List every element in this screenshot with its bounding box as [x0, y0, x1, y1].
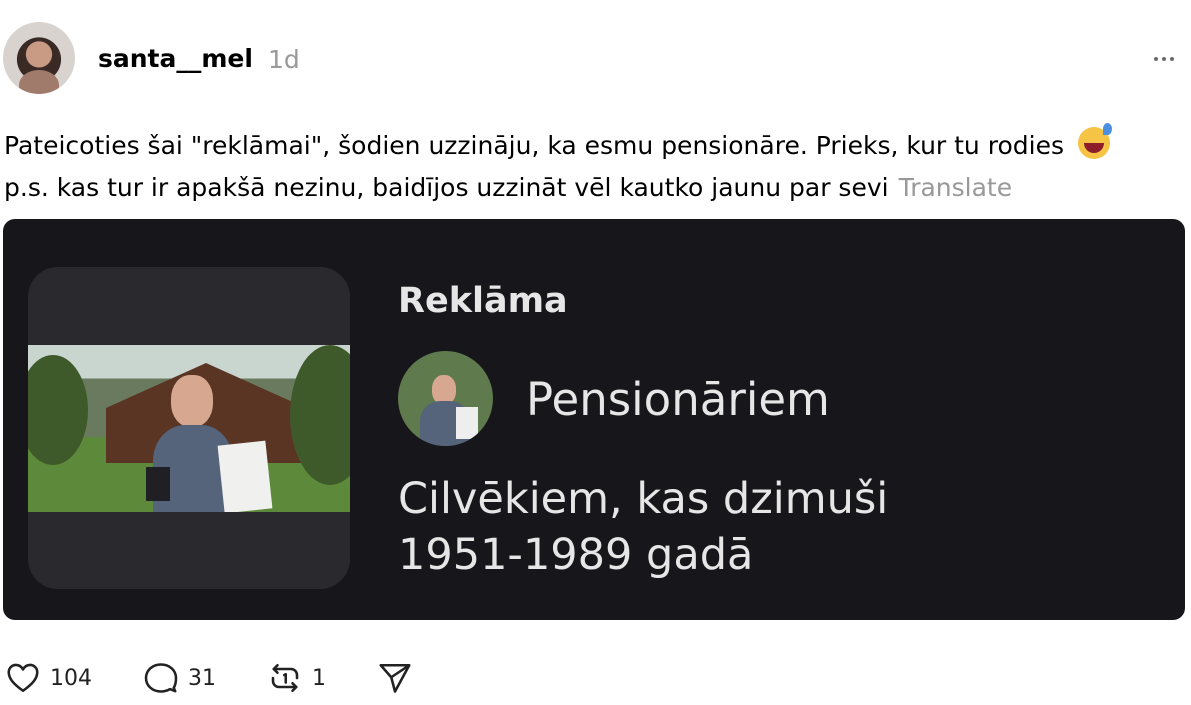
- avatar-shoulders: [19, 70, 59, 94]
- post-text-line-2-content: p.s. kas tur ir apakšā nezinu, baidījos …: [4, 173, 889, 202]
- grinning-sweat-emoji-icon: [1077, 123, 1112, 159]
- advertiser-avatar: [398, 351, 493, 446]
- heart-icon: [7, 663, 39, 693]
- ad-photo: [28, 345, 350, 512]
- more-horizontal-icon[interactable]: [1149, 47, 1179, 71]
- ad-description: Cilvēkiem, kas dzimuši 1951-1989 gadā: [398, 471, 888, 583]
- user-avatar[interactable]: [3, 22, 75, 94]
- post-image[interactable]: Reklāma Pensionāriem Cilvēkiem, kas dzim…: [3, 219, 1185, 620]
- post-timestamp[interactable]: 1d: [268, 45, 300, 74]
- post-text-line-2: p.s. kas tur ir apakšā nezinu, baidījos …: [4, 167, 1184, 209]
- advertiser-name: Pensionāriem: [526, 373, 830, 426]
- post-text: Pateicoties šai "reklāmai", šodien uzzin…: [4, 123, 1184, 209]
- comment-icon: [144, 663, 178, 693]
- like-button[interactable]: 104: [4, 660, 92, 696]
- tree-right: [290, 345, 350, 485]
- ad-description-line-2: 1951-1989 gadā: [398, 530, 754, 580]
- ad-label: Reklāma: [398, 281, 568, 321]
- ad-description-line-1: Cilvēkiem, kas dzimuši: [398, 474, 889, 524]
- post-text-line-1: Pateicoties šai "reklāmai", šodien uzzin…: [4, 123, 1184, 167]
- send-icon: [379, 663, 411, 693]
- repost-button[interactable]: 1: [266, 660, 326, 696]
- comment-count: 31: [188, 665, 216, 691]
- share-button[interactable]: [376, 660, 414, 696]
- comment-button[interactable]: 31: [142, 660, 216, 696]
- username[interactable]: santa__mel: [98, 44, 253, 73]
- document-image: [217, 440, 273, 512]
- like-count: 104: [50, 665, 92, 691]
- action-bar: 104 31 1: [0, 660, 1191, 700]
- passport-image: [146, 467, 170, 501]
- translate-link[interactable]: Translate: [899, 173, 1013, 202]
- repost-icon: [271, 663, 299, 693]
- repost-count: 1: [312, 665, 326, 691]
- post-text-line-1-content: Pateicoties šai "reklāmai", šodien uzzin…: [4, 131, 1064, 160]
- ad-thumbnail: [28, 267, 350, 589]
- tree-left: [28, 355, 88, 465]
